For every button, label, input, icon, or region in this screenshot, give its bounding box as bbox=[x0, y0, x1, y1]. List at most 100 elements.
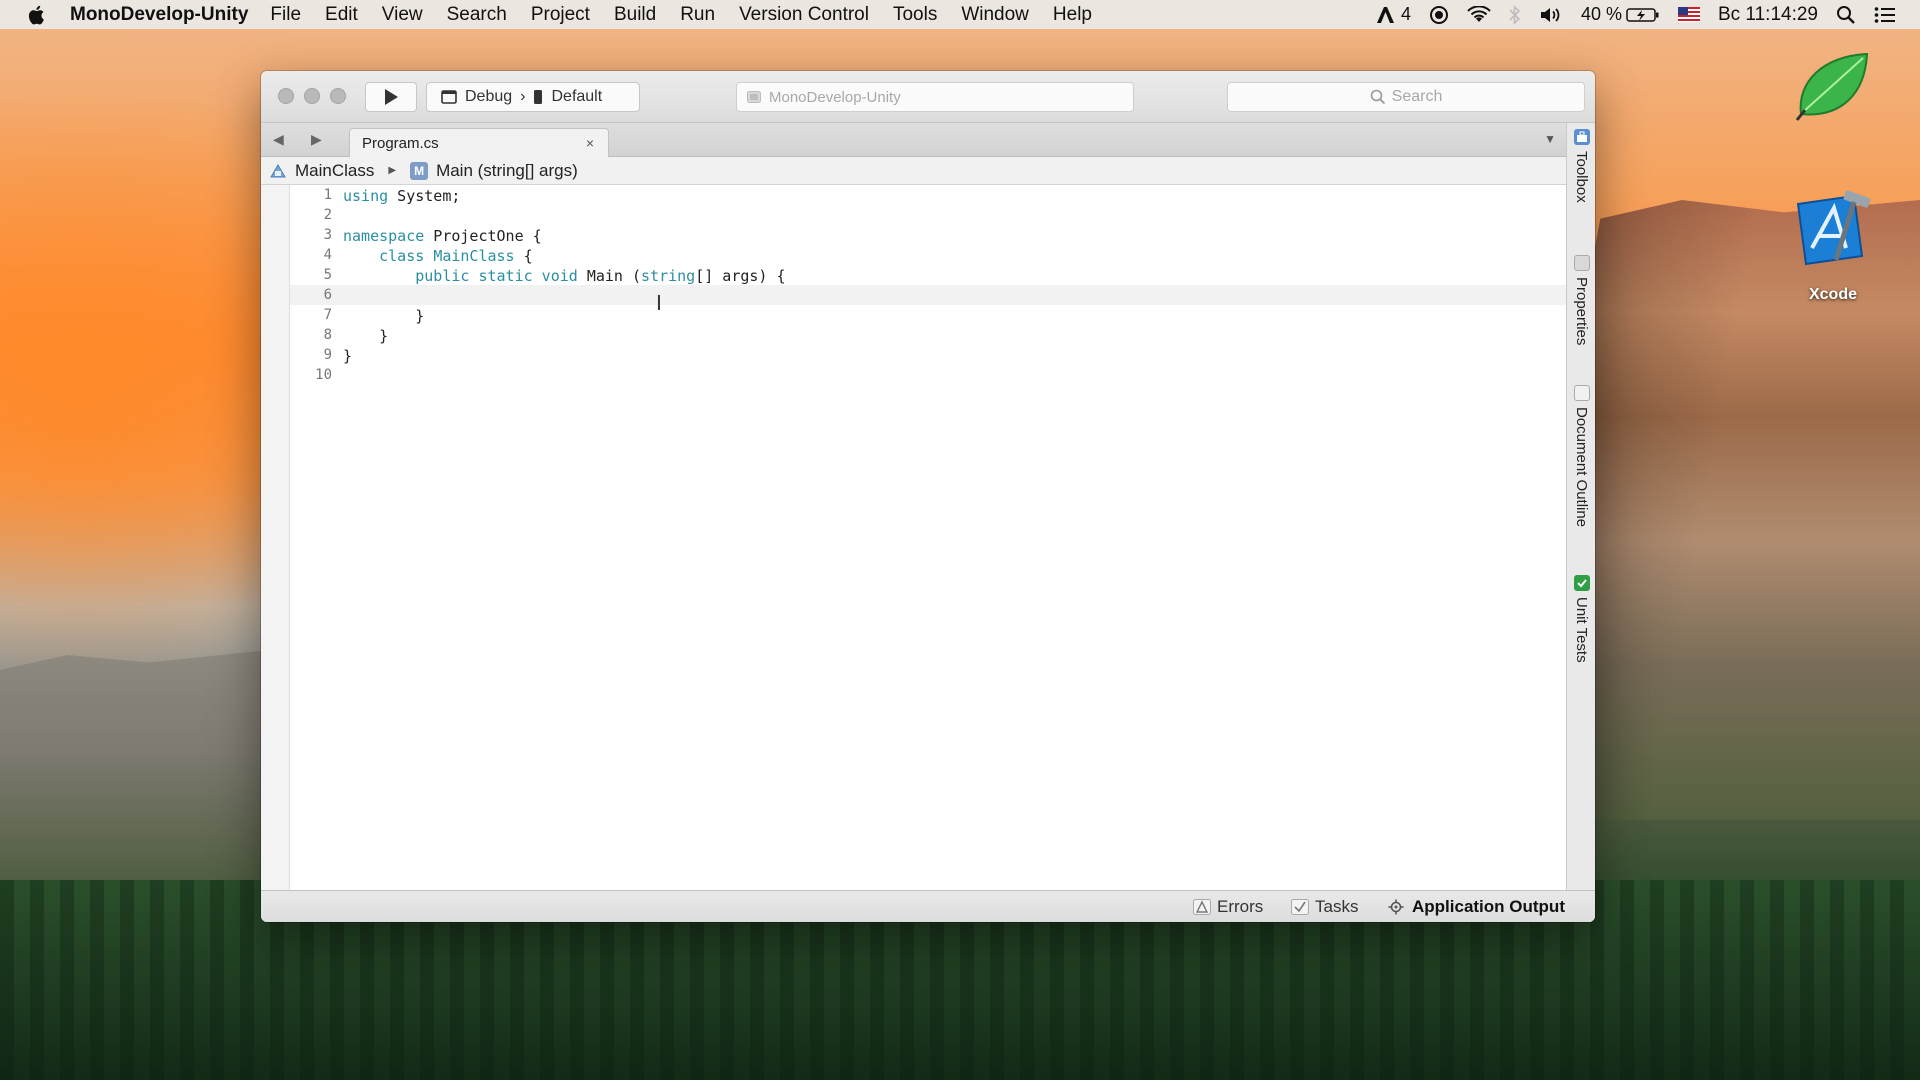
search-icon bbox=[1370, 89, 1385, 105]
search-placeholder: Search bbox=[1391, 88, 1443, 105]
bottom-pad-bar: Errors Tasks Application Output bbox=[261, 890, 1595, 922]
errors-label: Errors bbox=[1217, 897, 1264, 916]
menu-window[interactable]: Window bbox=[961, 4, 1029, 26]
menu-edit[interactable]: Edit bbox=[325, 4, 358, 26]
volume-icon[interactable] bbox=[1539, 6, 1563, 24]
menu-run[interactable]: Run bbox=[680, 4, 715, 26]
code-line: class MainClass { bbox=[379, 247, 533, 265]
tab-program-cs[interactable]: Program.cs × bbox=[349, 128, 609, 158]
pad-unit-tests[interactable]: Unit Tests bbox=[1567, 575, 1595, 663]
window-toolbar: Debug › Default MonoDevelop-Unity Search bbox=[261, 71, 1595, 123]
configuration-selector[interactable]: Debug › Default bbox=[426, 82, 640, 112]
desktop-xcode-label[interactable]: Xcode bbox=[1780, 286, 1886, 304]
breadcrumb-class[interactable]: MainClass bbox=[295, 161, 374, 181]
close-window-button[interactable] bbox=[278, 88, 294, 104]
line-number: 10 bbox=[315, 367, 332, 383]
pad-properties[interactable]: Properties bbox=[1567, 255, 1595, 345]
status-display: MonoDevelop-Unity bbox=[736, 82, 1134, 112]
adobe-creative-cloud-icon[interactable]: 4 bbox=[1375, 4, 1411, 25]
breadcrumb-method[interactable]: Main (string[] args) bbox=[436, 161, 578, 181]
pad-toolbox[interactable]: Toolbox bbox=[1567, 129, 1595, 203]
line-number: 4 bbox=[323, 247, 332, 263]
application-output-gear-icon bbox=[1388, 899, 1404, 915]
application-output-pad-button[interactable]: Application Output bbox=[1386, 897, 1565, 917]
menu-search[interactable]: Search bbox=[447, 4, 507, 26]
zoom-window-button[interactable] bbox=[330, 88, 346, 104]
menu-help[interactable]: Help bbox=[1053, 4, 1092, 26]
editor-margin bbox=[261, 185, 290, 890]
code-line: } bbox=[343, 327, 389, 345]
tasks-pad-button[interactable]: Tasks bbox=[1291, 897, 1358, 917]
adobe-count: 4 bbox=[1400, 4, 1411, 24]
current-line-highlight bbox=[290, 285, 1566, 305]
pad-unit-tests-label: Unit Tests bbox=[1573, 597, 1590, 663]
class-icon bbox=[269, 162, 287, 180]
line-number: 8 bbox=[323, 327, 332, 343]
wallpaper-cliff-left bbox=[0, 650, 270, 900]
tasks-label: Tasks bbox=[1315, 897, 1359, 916]
bluetooth-icon[interactable] bbox=[1509, 4, 1521, 25]
run-button[interactable] bbox=[365, 82, 417, 112]
desktop-xcode-icon[interactable] bbox=[1792, 190, 1874, 270]
spotlight-search-icon[interactable] bbox=[1836, 5, 1856, 25]
apple-menu-icon[interactable] bbox=[26, 4, 48, 26]
line-number-gutter: 1 2 3 4 5 6 7 8 9 10 bbox=[290, 185, 334, 890]
pad-properties-label: Properties bbox=[1573, 277, 1590, 346]
tasks-checkbox-icon bbox=[1291, 899, 1309, 915]
unit-tests-icon bbox=[1573, 575, 1590, 591]
code-editor[interactable]: 1 2 3 4 5 6 7 8 9 10 using System; namesp… bbox=[261, 185, 1566, 890]
line-number: 7 bbox=[323, 307, 332, 323]
document-outline-icon bbox=[1573, 385, 1590, 401]
battery-status[interactable]: 40 % bbox=[1581, 4, 1660, 25]
warning-icon bbox=[1193, 899, 1211, 915]
menu-app-name[interactable]: MonoDevelop-Unity bbox=[70, 4, 248, 26]
play-icon bbox=[385, 89, 398, 105]
tab-overflow-chevron-down-icon[interactable]: ▼ bbox=[1544, 132, 1556, 146]
menu-version-control[interactable]: Version Control bbox=[739, 4, 869, 26]
line-number: 2 bbox=[323, 207, 332, 223]
nav-forward-icon[interactable]: ▶ bbox=[311, 131, 322, 148]
menu-bar: MonoDevelop-Unity File Edit View Search … bbox=[0, 0, 1920, 29]
pad-document-outline-label: Document Outline bbox=[1573, 407, 1590, 528]
menu-project[interactable]: Project bbox=[531, 4, 590, 26]
nav-back-icon[interactable]: ◀ bbox=[273, 131, 284, 148]
ide-window: Debug › Default MonoDevelop-Unity Search… bbox=[261, 71, 1595, 922]
method-icon: M bbox=[410, 161, 429, 180]
menu-clock[interactable]: Вс 11:14:29 bbox=[1718, 4, 1818, 26]
errors-pad-button[interactable]: Errors bbox=[1193, 897, 1263, 917]
config-separator: › bbox=[520, 88, 526, 105]
tab-close-icon[interactable]: × bbox=[586, 135, 594, 151]
tab-label: Program.cs bbox=[362, 135, 439, 152]
application-output-label: Application Output bbox=[1412, 897, 1565, 916]
pad-document-outline[interactable]: Document Outline bbox=[1567, 385, 1595, 527]
line-number: 3 bbox=[323, 227, 332, 243]
line-number: 9 bbox=[323, 347, 332, 363]
status-area: 4 40 % Вс 11:14:29 bbox=[1375, 4, 1920, 26]
line-number: 6 bbox=[323, 287, 332, 303]
minimize-window-button[interactable] bbox=[304, 88, 320, 104]
line-number: 5 bbox=[323, 267, 332, 283]
wifi-icon[interactable] bbox=[1467, 5, 1491, 24]
code-line: } bbox=[343, 307, 425, 325]
menu-build[interactable]: Build bbox=[614, 4, 656, 26]
text-cursor-icon: I bbox=[656, 291, 662, 315]
window-config-icon bbox=[441, 90, 457, 104]
menu-view[interactable]: View bbox=[382, 4, 423, 26]
code-line: public static void Main (string[] args) … bbox=[415, 267, 786, 285]
menu-file[interactable]: File bbox=[270, 4, 301, 26]
config-label: Debug bbox=[465, 88, 513, 105]
target-label: Default bbox=[551, 88, 603, 105]
device-icon bbox=[534, 90, 543, 104]
screen-record-icon[interactable] bbox=[1429, 5, 1449, 25]
status-text: MonoDevelop-Unity bbox=[769, 88, 901, 106]
app-status-icon bbox=[747, 91, 761, 103]
input-source-flag-icon[interactable] bbox=[1677, 7, 1700, 22]
menu-tools[interactable]: Tools bbox=[893, 4, 937, 26]
code-line: namespace ProjectOne { bbox=[343, 227, 542, 245]
notification-center-icon[interactable] bbox=[1874, 6, 1896, 24]
desktop-leaf-icon[interactable] bbox=[1793, 48, 1873, 122]
breadcrumb: MainClass ▶ M Main (string[] args) bbox=[261, 157, 1566, 185]
battery-percent: 40 % bbox=[1580, 4, 1622, 24]
search-input[interactable]: Search bbox=[1227, 82, 1585, 112]
battery-icon bbox=[1626, 7, 1659, 22]
